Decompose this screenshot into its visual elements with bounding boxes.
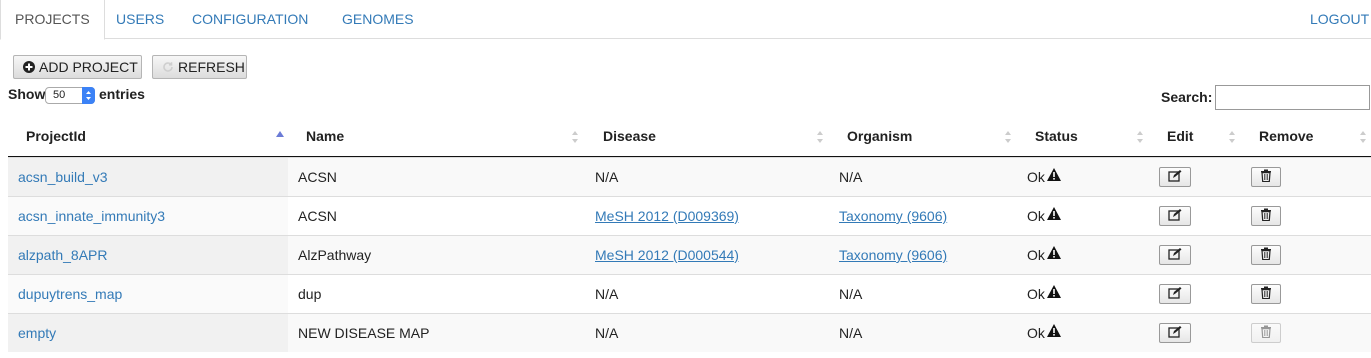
remove-button[interactable] (1251, 323, 1281, 343)
table-row: alzpath_8APR AlzPathway MeSH 2012 (D0005… (8, 235, 1371, 274)
sort-icon[interactable] (1227, 117, 1237, 156)
remove-button[interactable] (1251, 206, 1281, 226)
status-text: Ok (1027, 286, 1045, 302)
trash-icon (1260, 169, 1272, 185)
tab-configuration[interactable]: CONFIGURATION (192, 0, 308, 39)
header-projectid[interactable]: ProjectId (26, 117, 86, 156)
edit-icon (1168, 325, 1182, 341)
organism-value: N/A (839, 325, 863, 341)
status-text: Ok (1027, 247, 1045, 263)
warning-icon (1046, 236, 1062, 274)
disease-value: N/A (595, 286, 619, 302)
edit-button[interactable] (1159, 167, 1191, 187)
project-id-link[interactable]: alzpath_8APR (18, 236, 108, 274)
status-cell: Ok (1027, 314, 1062, 352)
status-text: Ok (1027, 208, 1045, 224)
warning-icon (1046, 314, 1062, 352)
disease-link[interactable]: MeSH 2012 (D009369) (595, 197, 739, 235)
organism-link[interactable]: Taxonomy (9606) (839, 236, 947, 274)
sort-icon[interactable] (570, 117, 580, 156)
remove-button[interactable] (1251, 245, 1281, 265)
header-organism[interactable]: Organism (847, 117, 912, 156)
edit-button[interactable] (1159, 245, 1191, 265)
table-row: acsn_build_v3 ACSN N/A N/A Ok (8, 157, 1371, 196)
select-arrows-icon (82, 87, 95, 104)
trash-icon (1260, 325, 1272, 341)
sort-asc-icon[interactable] (275, 117, 285, 156)
edit-icon (1168, 169, 1182, 185)
refresh-label: REFRESH (178, 59, 245, 75)
project-id-link[interactable]: acsn_build_v3 (18, 158, 108, 196)
entries-label: entries (99, 86, 145, 102)
organism-link[interactable]: Taxonomy (9606) (839, 197, 947, 235)
project-name: ACSN (298, 208, 337, 224)
header-remove[interactable]: Remove (1259, 117, 1313, 156)
remove-button[interactable] (1251, 284, 1281, 304)
project-id-link[interactable]: dupuytrens_map (18, 275, 122, 313)
add-project-button[interactable]: ADD PROJECT (13, 55, 142, 79)
status-cell: Ok (1027, 158, 1062, 196)
header-disease[interactable]: Disease (603, 117, 656, 156)
trash-icon (1260, 208, 1272, 224)
tab-projects[interactable]: PROJECTS (0, 0, 105, 40)
status-cell: Ok (1027, 236, 1062, 274)
page-size-select[interactable]: 50 (45, 87, 95, 104)
show-label: Show (8, 86, 46, 102)
table-row: empty NEW DISEASE MAP N/A N/A Ok (8, 313, 1371, 352)
top-nav: PROJECTS USERS CONFIGURATION GENOMES LOG… (0, 0, 1371, 40)
project-id-link[interactable]: acsn_innate_immunity3 (18, 197, 165, 235)
edit-icon (1168, 247, 1182, 263)
project-id-link[interactable]: empty (18, 314, 56, 352)
disease-link[interactable]: MeSH 2012 (D000544) (595, 236, 739, 274)
organism-value: N/A (839, 286, 863, 302)
sort-icon[interactable] (1135, 117, 1145, 156)
status-text: Ok (1027, 169, 1045, 185)
table-header: ProjectId Name Disease Organism Status E… (8, 117, 1371, 157)
plus-circle-icon (23, 57, 35, 79)
trash-icon (1260, 247, 1272, 263)
remove-button[interactable] (1251, 167, 1281, 187)
disease-value: N/A (595, 169, 619, 185)
page-size-value: 50 (53, 89, 66, 101)
header-name[interactable]: Name (306, 117, 344, 156)
edit-button[interactable] (1159, 284, 1191, 304)
sort-icon[interactable] (815, 117, 825, 156)
sort-icon[interactable] (1358, 117, 1368, 156)
project-name: ACSN (298, 169, 337, 185)
edit-icon (1168, 286, 1182, 302)
project-name: dup (298, 286, 322, 302)
refresh-button[interactable]: REFRESH (152, 55, 247, 79)
disease-value: N/A (595, 325, 619, 341)
project-name: AlzPathway (298, 247, 372, 263)
edit-icon (1168, 208, 1182, 224)
search-input[interactable] (1215, 85, 1370, 110)
refresh-icon (162, 57, 174, 79)
header-status[interactable]: Status (1035, 117, 1078, 156)
status-text: Ok (1027, 325, 1045, 341)
tab-genomes[interactable]: GENOMES (342, 0, 414, 39)
status-cell: Ok (1027, 275, 1062, 313)
edit-button[interactable] (1159, 323, 1191, 343)
edit-button[interactable] (1159, 206, 1191, 226)
organism-value: N/A (839, 169, 863, 185)
status-cell: Ok (1027, 197, 1062, 235)
warning-icon (1046, 158, 1062, 196)
project-name: NEW DISEASE MAP (298, 325, 430, 341)
table-row: acsn_innate_immunity3 ACSN MeSH 2012 (D0… (8, 196, 1371, 235)
logout-link[interactable]: LOGOUT (1310, 0, 1369, 39)
warning-icon (1046, 197, 1062, 235)
add-project-label: ADD PROJECT (39, 59, 138, 75)
trash-icon (1260, 286, 1272, 302)
table-row: dupuytrens_map dup N/A N/A Ok (8, 274, 1371, 313)
header-edit[interactable]: Edit (1167, 117, 1193, 156)
tab-users[interactable]: USERS (116, 0, 164, 39)
search-label: Search: (1161, 89, 1213, 105)
warning-icon (1046, 275, 1062, 313)
sort-icon[interactable] (1003, 117, 1013, 156)
